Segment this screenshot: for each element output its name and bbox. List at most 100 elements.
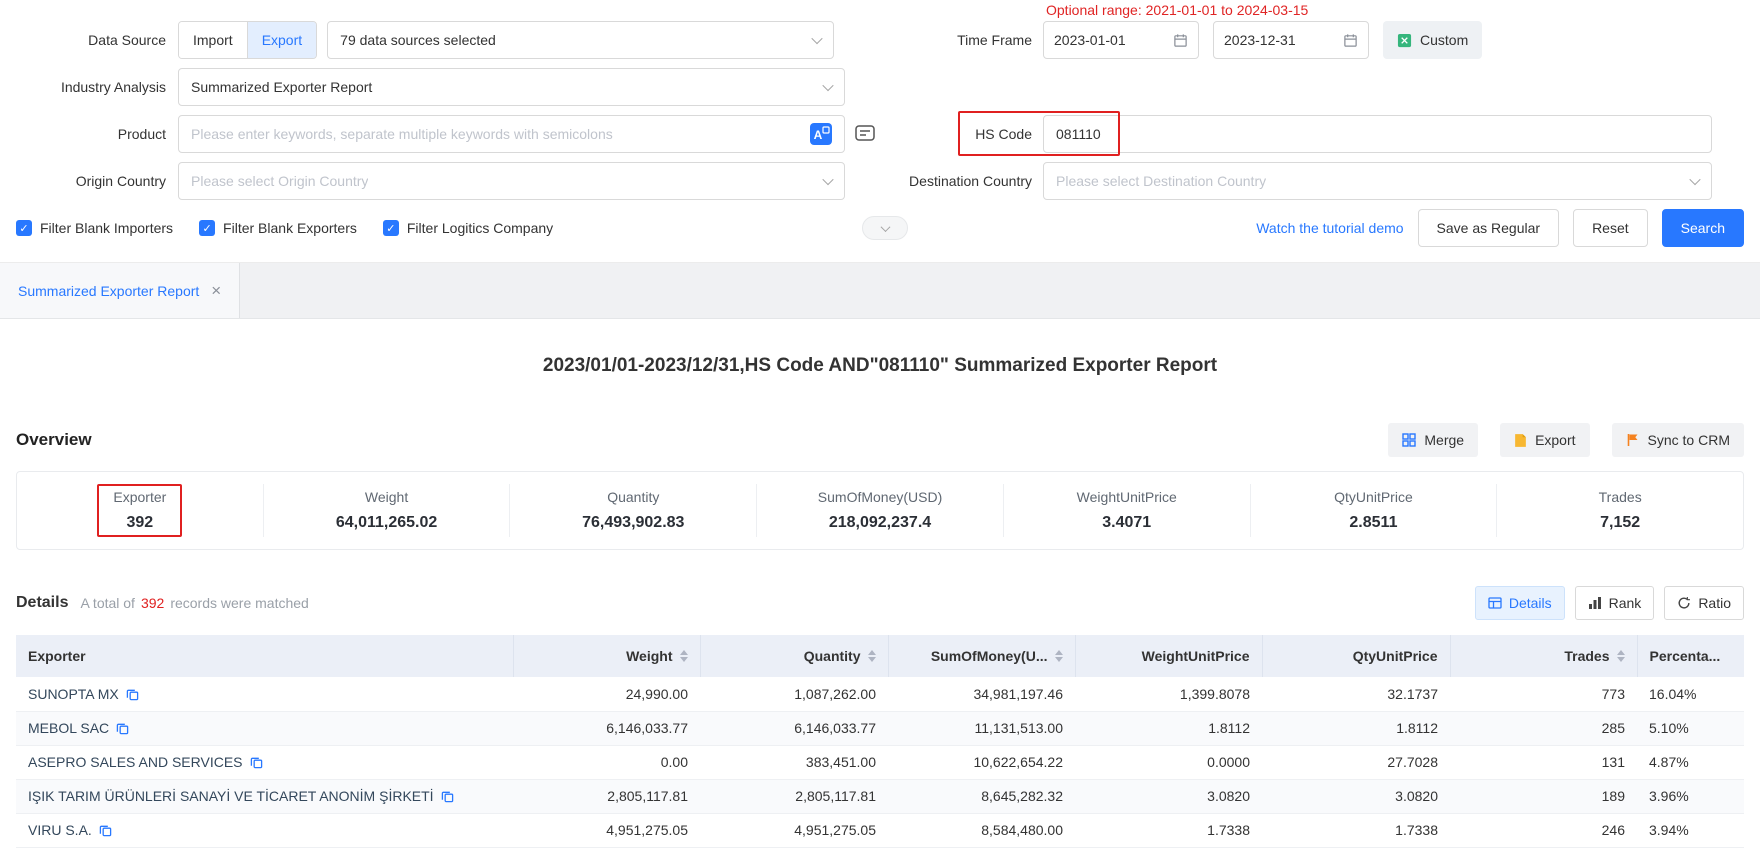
column-header-weightunitprice: WeightUnitPrice	[1075, 635, 1262, 677]
exporter-name[interactable]: IŞIK TARIM ÜRÜNLERİ SANAYİ VE TİCARET AN…	[28, 788, 434, 804]
report-title: 2023/01/01-2023/12/31,HS Code AND"081110…	[16, 355, 1744, 377]
cell-weightunitprice: 1.7338	[1075, 813, 1262, 847]
checkbox-checked-icon[interactable]: ✓	[16, 220, 32, 236]
table-row: ASEPRO SALES AND SERVICES0.00383,451.001…	[16, 745, 1744, 779]
sync-to-crm-button[interactable]: Sync to CRM	[1612, 423, 1744, 457]
cell-percenta: 16.04%	[1637, 677, 1744, 711]
export-button[interactable]: Export	[1500, 423, 1589, 457]
stat-label: SumOfMoney(USD)	[818, 489, 942, 505]
optional-range-text: Optional range: 2021-01-01 to 2024-03-15	[1046, 2, 1308, 18]
destination-country-placeholder: Please select Destination Country	[1056, 173, 1266, 189]
end-date-input[interactable]: 2023-12-31	[1213, 21, 1369, 59]
custom-button-label: Custom	[1420, 32, 1468, 48]
stat-label: Quantity	[582, 489, 684, 505]
chevron-down-icon	[880, 222, 890, 232]
merge-button[interactable]: Merge	[1388, 423, 1478, 457]
save-as-regular-button[interactable]: Save as Regular	[1418, 209, 1560, 247]
ratio-icon	[1677, 596, 1691, 610]
checkbox-checked-icon[interactable]: ✓	[383, 220, 399, 236]
hs-code-input[interactable]: 081110	[1043, 115, 1712, 153]
stat-weight: Weight 64,011,265.02	[263, 484, 510, 537]
reset-button[interactable]: Reset	[1573, 209, 1648, 247]
stat-trades: Trades 7,152	[1496, 484, 1743, 537]
close-icon[interactable]: ×	[211, 281, 221, 301]
copy-icon[interactable]	[441, 790, 454, 803]
cell-quantity: 1,087,262.00	[700, 677, 888, 711]
cell-quantity: 2,805,117.81	[700, 779, 888, 813]
column-header-trades[interactable]: Trades	[1450, 635, 1637, 677]
hs-code-group: HS Code 081110	[850, 114, 1712, 154]
custom-range-button[interactable]: Custom	[1383, 21, 1482, 59]
copy-icon[interactable]	[250, 756, 263, 769]
end-date-value: 2023-12-31	[1224, 32, 1296, 48]
view-ratio-button[interactable]: Ratio	[1664, 586, 1744, 620]
table-row: IŞIK TARIM ÜRÜNLERİ SANAYİ VE TİCARET AN…	[16, 779, 1744, 813]
exporter-name[interactable]: ASEPRO SALES AND SERVICES	[28, 754, 243, 770]
collapse-filters-button[interactable]	[862, 216, 908, 240]
table-header-row: ExporterWeightQuantitySumOfMoney(U...Wei…	[16, 635, 1744, 677]
import-toggle-button[interactable]: Import	[179, 22, 247, 58]
filter-checkboxes: ✓ Filter Blank Importers ✓ Filter Blank …	[16, 220, 553, 236]
checkbox-checked-icon[interactable]: ✓	[199, 220, 215, 236]
column-header-quantity[interactable]: Quantity	[700, 635, 888, 677]
destination-country-select[interactable]: Please select Destination Country	[1043, 162, 1712, 200]
sort-icon[interactable]	[680, 650, 688, 662]
hs-code-label: HS Code	[850, 126, 1032, 142]
cell-percenta: 5.10%	[1637, 711, 1744, 745]
column-header-weight[interactable]: Weight	[513, 635, 700, 677]
search-button[interactable]: Search	[1662, 209, 1744, 247]
stat-value: 64,011,265.02	[336, 514, 437, 532]
hs-code-value: 081110	[1056, 126, 1101, 142]
cell-qtyunitprice: 1.8112	[1262, 711, 1450, 745]
tab-summarized-exporter-report[interactable]: Summarized Exporter Report ×	[0, 263, 240, 318]
cell-trades: 189	[1450, 779, 1637, 813]
sort-icon[interactable]	[1055, 650, 1063, 662]
product-keywords-input[interactable]: Please enter keywords, separate multiple…	[178, 115, 845, 153]
export-label: Export	[1535, 432, 1575, 448]
stat-value: 76,493,902.83	[582, 514, 684, 532]
cell-sumofmoney-u: 10,622,654.22	[888, 745, 1075, 779]
table-row: SUNOPTA MX24,990.001,087,262.0034,981,19…	[16, 677, 1744, 711]
exporter-name[interactable]: SUNOPTA MX	[28, 686, 119, 702]
translate-icon[interactable]: A	[810, 123, 832, 145]
checkbox-filter-blank-importers[interactable]: ✓ Filter Blank Importers	[16, 220, 173, 236]
copy-icon[interactable]	[116, 722, 129, 735]
merge-label: Merge	[1424, 432, 1464, 448]
stat-quantity: Quantity 76,493,902.83	[509, 484, 756, 537]
start-date-input[interactable]: 2023-01-01	[1043, 21, 1199, 59]
sort-icon[interactable]	[1617, 650, 1625, 662]
copy-icon[interactable]	[99, 824, 112, 837]
view-details-button[interactable]: Details	[1475, 586, 1565, 620]
exporter-name[interactable]: MEBOL SAC	[28, 720, 109, 736]
filter-row-countries: Origin Country Please select Origin Coun…	[16, 161, 1744, 201]
origin-country-select[interactable]: Please select Origin Country	[178, 162, 845, 200]
stat-label: Weight	[336, 489, 437, 505]
cell-quantity: 4,951,275.05	[700, 813, 888, 847]
destination-country-label: Destination Country	[850, 173, 1032, 189]
sync-to-crm-label: Sync to CRM	[1648, 432, 1730, 448]
tutorial-link[interactable]: Watch the tutorial demo	[1256, 220, 1403, 236]
cell-weight: 6,146,033.77	[513, 711, 700, 745]
record-count: 392	[141, 595, 164, 611]
exporter-name[interactable]: VIRU S.A.	[28, 822, 92, 838]
stat-value: 2.8511	[1334, 514, 1413, 532]
export-toggle-button[interactable]: Export	[247, 22, 316, 58]
cell-sumofmoney-u: 8,584,480.00	[888, 813, 1075, 847]
copy-icon[interactable]	[126, 688, 139, 701]
stat-sumofmoney-usd: SumOfMoney(USD) 218,092,237.4	[756, 484, 1003, 537]
sort-icon[interactable]	[868, 650, 876, 662]
report-content: 2023/01/01-2023/12/31,HS Code AND"081110…	[0, 319, 1760, 848]
cell-weightunitprice: 0.0000	[1075, 745, 1262, 779]
tab-title: Summarized Exporter Report	[18, 283, 199, 299]
checkbox-filter-blank-exporters[interactable]: ✓ Filter Blank Exporters	[199, 220, 357, 236]
stat-value: 3.4071	[1077, 514, 1177, 532]
data-sources-select[interactable]: 79 data sources selected	[327, 21, 834, 59]
rank-icon	[1588, 596, 1602, 610]
cell-trades: 246	[1450, 813, 1637, 847]
product-label: Product	[16, 126, 166, 142]
industry-analysis-select[interactable]: Summarized Exporter Report	[178, 68, 845, 106]
checkbox-filter-logitics-company[interactable]: ✓ Filter Logitics Company	[383, 220, 553, 236]
cell-qtyunitprice: 32.1737	[1262, 677, 1450, 711]
view-rank-button[interactable]: Rank	[1575, 586, 1655, 620]
column-header-sumofmoney-u[interactable]: SumOfMoney(U...	[888, 635, 1075, 677]
